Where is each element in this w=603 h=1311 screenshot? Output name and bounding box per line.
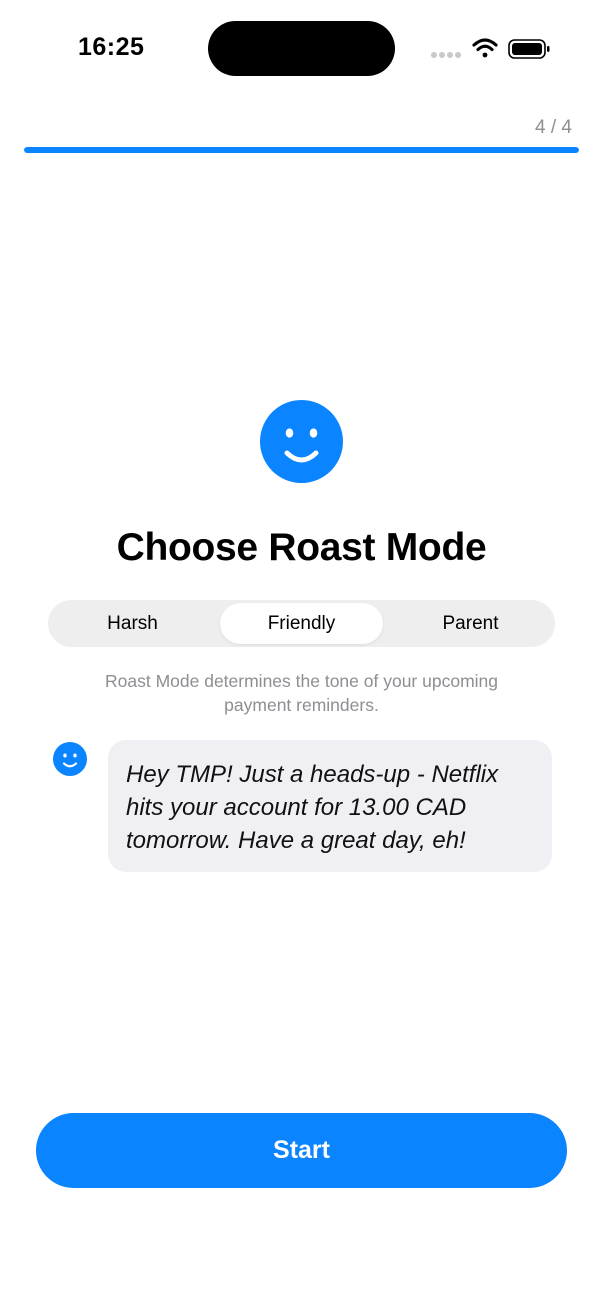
status-icons bbox=[430, 36, 552, 62]
status-time: 16:25 bbox=[78, 33, 145, 61]
segment-parent[interactable]: Parent bbox=[389, 603, 552, 644]
start-button[interactable]: Start bbox=[36, 1113, 567, 1188]
progress-bar bbox=[24, 147, 579, 153]
description-text: Roast Mode determines the tone of your u… bbox=[105, 671, 498, 715]
dynamic-island bbox=[208, 21, 395, 76]
roast-mode-segmented-control: Harsh Friendly Parent bbox=[48, 600, 555, 647]
message-preview-bubble: Hey TMP! Just a heads-up - Netflix hits … bbox=[108, 740, 552, 872]
progress-label: 4 / 4 bbox=[535, 117, 572, 138]
page-title: Choose Roast Mode bbox=[116, 526, 487, 569]
avatar-smiley-icon bbox=[53, 742, 87, 776]
battery-icon bbox=[508, 39, 550, 59]
wifi-icon bbox=[472, 38, 498, 58]
smiley-face-icon bbox=[260, 400, 343, 483]
cellular-dots-icon bbox=[431, 52, 461, 58]
progress-fill bbox=[24, 147, 579, 153]
segment-friendly[interactable]: Friendly bbox=[220, 603, 383, 644]
segment-harsh[interactable]: Harsh bbox=[51, 603, 214, 644]
